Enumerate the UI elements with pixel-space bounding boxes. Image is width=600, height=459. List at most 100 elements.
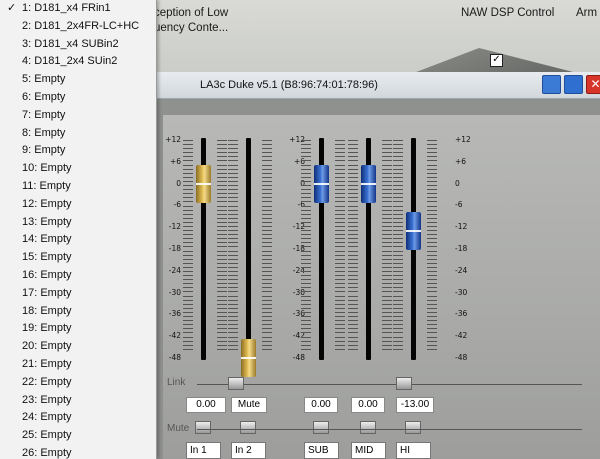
fader-knob[interactable] — [314, 164, 329, 203]
menu-item-preset[interactable]: 23: Empty — [0, 392, 156, 410]
menu-item-preset[interactable]: 16: Empty — [0, 267, 156, 285]
scale-tick-label: -42 — [455, 331, 468, 341]
scale-tick-label: -48 — [292, 353, 305, 362]
scale-tick-label: 0 — [176, 178, 181, 188]
scale-tick-label: -30 — [455, 287, 468, 297]
scale-tick-label: -12 — [455, 222, 468, 232]
menu-item-preset[interactable]: 13: Empty — [0, 214, 156, 232]
menu-item-preset[interactable]: 5: Empty — [0, 71, 156, 89]
menu-item-preset[interactable]: 10: Empty — [0, 160, 156, 178]
menu-item-preset[interactable]: 19: Empty — [0, 320, 156, 338]
menu-item-preset[interactable]: 12: Empty — [0, 196, 156, 214]
checkbox-icon[interactable]: ✓ — [490, 54, 503, 67]
channel-name-button[interactable]: SUB — [304, 442, 339, 459]
fader-track[interactable] — [246, 138, 251, 360]
mute-toggle-button[interactable] — [313, 421, 329, 434]
menu-item-preset[interactable]: 17: Empty — [0, 285, 156, 303]
menu-item-preset[interactable]: 8: Empty — [0, 125, 156, 143]
fader-knob[interactable] — [406, 211, 421, 250]
scale-tick-label: -12 — [168, 222, 181, 232]
scale-tick-label: -24 — [168, 265, 181, 275]
menu-item-label: 5: Empty — [22, 73, 66, 86]
menu-item-preset[interactable]: 2: D181_2x4FR-LC+HC — [0, 18, 156, 36]
scale-tick-label: +6 — [455, 156, 467, 166]
menu-item-label: 7: Empty — [22, 108, 66, 121]
menu-item-label: 10: Empty — [22, 162, 72, 175]
menu-item-label: 6: Empty — [22, 90, 66, 103]
fader-scale-marks — [348, 140, 358, 353]
menu-item-preset[interactable]: 18: Empty — [0, 303, 156, 321]
menu-item-label: 8: Empty — [22, 126, 66, 139]
channel-value-field[interactable]: Mute — [231, 397, 267, 413]
menu-item-preset[interactable]: 15: Empty — [0, 249, 156, 267]
menu-item-label: 18: Empty — [22, 304, 72, 317]
channel-value-field[interactable]: 0.00 — [186, 397, 226, 413]
window-client-area: +12 +6 0 -6 -12 -18 -24 -30 -36 -42 -48 +12 +6 0 -6 -12… — [157, 99, 600, 459]
channel-value-field[interactable]: -13.00 — [396, 397, 434, 413]
mute-toggle-button[interactable] — [240, 421, 256, 434]
channel-value-field[interactable]: 0.00 — [351, 397, 385, 413]
scale-tick-label: -18 — [168, 244, 181, 253]
fader-knob[interactable] — [361, 164, 376, 203]
scale-tick-label: -48 — [168, 353, 181, 362]
menu-item-preset[interactable]: 6: Empty — [0, 89, 156, 107]
window-titlebar[interactable]: LA3c Duke v5.1 (B8:96:74:01:78:96) ✕ — [157, 72, 600, 99]
menu-item-preset[interactable]: 14: Empty — [0, 231, 156, 249]
desktop-icon-label[interactable]: uency Conte... — [154, 22, 228, 34]
menu-item-preset[interactable]: 4: D181_2x4 SUin2 — [0, 53, 156, 71]
menu-item-label: 12: Empty — [22, 197, 72, 210]
mute-toggle-button[interactable] — [360, 421, 376, 434]
channel-name-button[interactable]: In 1 — [186, 442, 221, 459]
mute-row-line — [197, 429, 582, 430]
menu-item-preset[interactable]: ✓ 1: D181_x4 FRin1 — [0, 0, 156, 18]
menu-item-preset[interactable]: 3: D181_x4 SUBin2 — [0, 36, 156, 54]
desktop-icon-label[interactable]: ception of Low — [154, 7, 228, 19]
menu-item-preset[interactable]: 7: Empty — [0, 107, 156, 125]
menu-item-preset[interactable]: 9: Empty — [0, 142, 156, 160]
scale-tick-label: -18 — [455, 244, 468, 253]
scale-tick-label: -36 — [168, 309, 181, 319]
mute-toggle-button[interactable] — [195, 421, 211, 434]
fader-scale-marks — [393, 140, 403, 353]
scale-tick-label: -48 — [455, 353, 468, 362]
fader-scale-marks — [217, 140, 227, 353]
menu-item-label: 25: Empty — [22, 429, 72, 442]
scale-tick-label: -36 — [455, 309, 468, 319]
fader-scale-marks — [427, 140, 437, 353]
menu-item-label: 2: D181_2x4FR-LC+HC — [22, 19, 140, 32]
menu-item-label: 1: D181_x4 FRin1 — [22, 2, 111, 14]
channel-value-field[interactable]: 0.00 — [304, 397, 338, 413]
mute-toggle-button[interactable] — [405, 421, 421, 434]
menu-item-label: 24: Empty — [22, 411, 72, 424]
menu-item-label: 4: D181_2x4 SUin2 — [22, 55, 118, 68]
link-toggle-button[interactable] — [228, 377, 244, 390]
channel-name-button[interactable]: HI — [396, 442, 431, 459]
desktop-icon-label[interactable]: NAW DSP Control — [461, 7, 554, 19]
menu-item-label: 21: Empty — [22, 357, 72, 370]
menu-item-preset[interactable]: 26: Empty — [0, 445, 156, 459]
close-icon[interactable]: ✕ — [586, 75, 600, 94]
menu-item-preset[interactable]: 25: Empty — [0, 427, 156, 445]
menu-item-label: 19: Empty — [22, 322, 72, 335]
menu-item-preset[interactable]: 11: Empty — [0, 178, 156, 196]
scale-tick-label: -6 — [455, 200, 463, 210]
fader-knob[interactable] — [196, 164, 211, 203]
fader-scale-marks — [262, 140, 272, 353]
channel-name-button[interactable]: In 2 — [231, 442, 266, 459]
menu-item-preset[interactable]: 21: Empty — [0, 356, 156, 374]
menu-item-label: 15: Empty — [22, 251, 72, 264]
channel-name-button[interactable]: MID — [351, 442, 386, 459]
menu-item-preset[interactable]: 22: Empty — [0, 374, 156, 392]
popout-icon[interactable] — [542, 75, 561, 94]
link-toggle-button[interactable] — [396, 377, 412, 390]
menu-item-label: 16: Empty — [22, 268, 72, 281]
desktop-icon-label[interactable]: Arm — [576, 7, 597, 19]
edit-icon[interactable] — [564, 75, 583, 94]
menu-item-preset[interactable]: 24: Empty — [0, 409, 156, 427]
check-icon: ✓ — [7, 2, 17, 14]
menu-item-label: 17: Empty — [22, 286, 72, 299]
preset-menu: ✓ 1: D181_x4 FRin1 2: D181_2x4FR-LC+HC 3: D… — [0, 0, 157, 459]
menu-item-preset[interactable]: 20: Empty — [0, 338, 156, 356]
menu-item-label: 23: Empty — [22, 393, 72, 406]
fader-knob[interactable] — [241, 339, 256, 377]
